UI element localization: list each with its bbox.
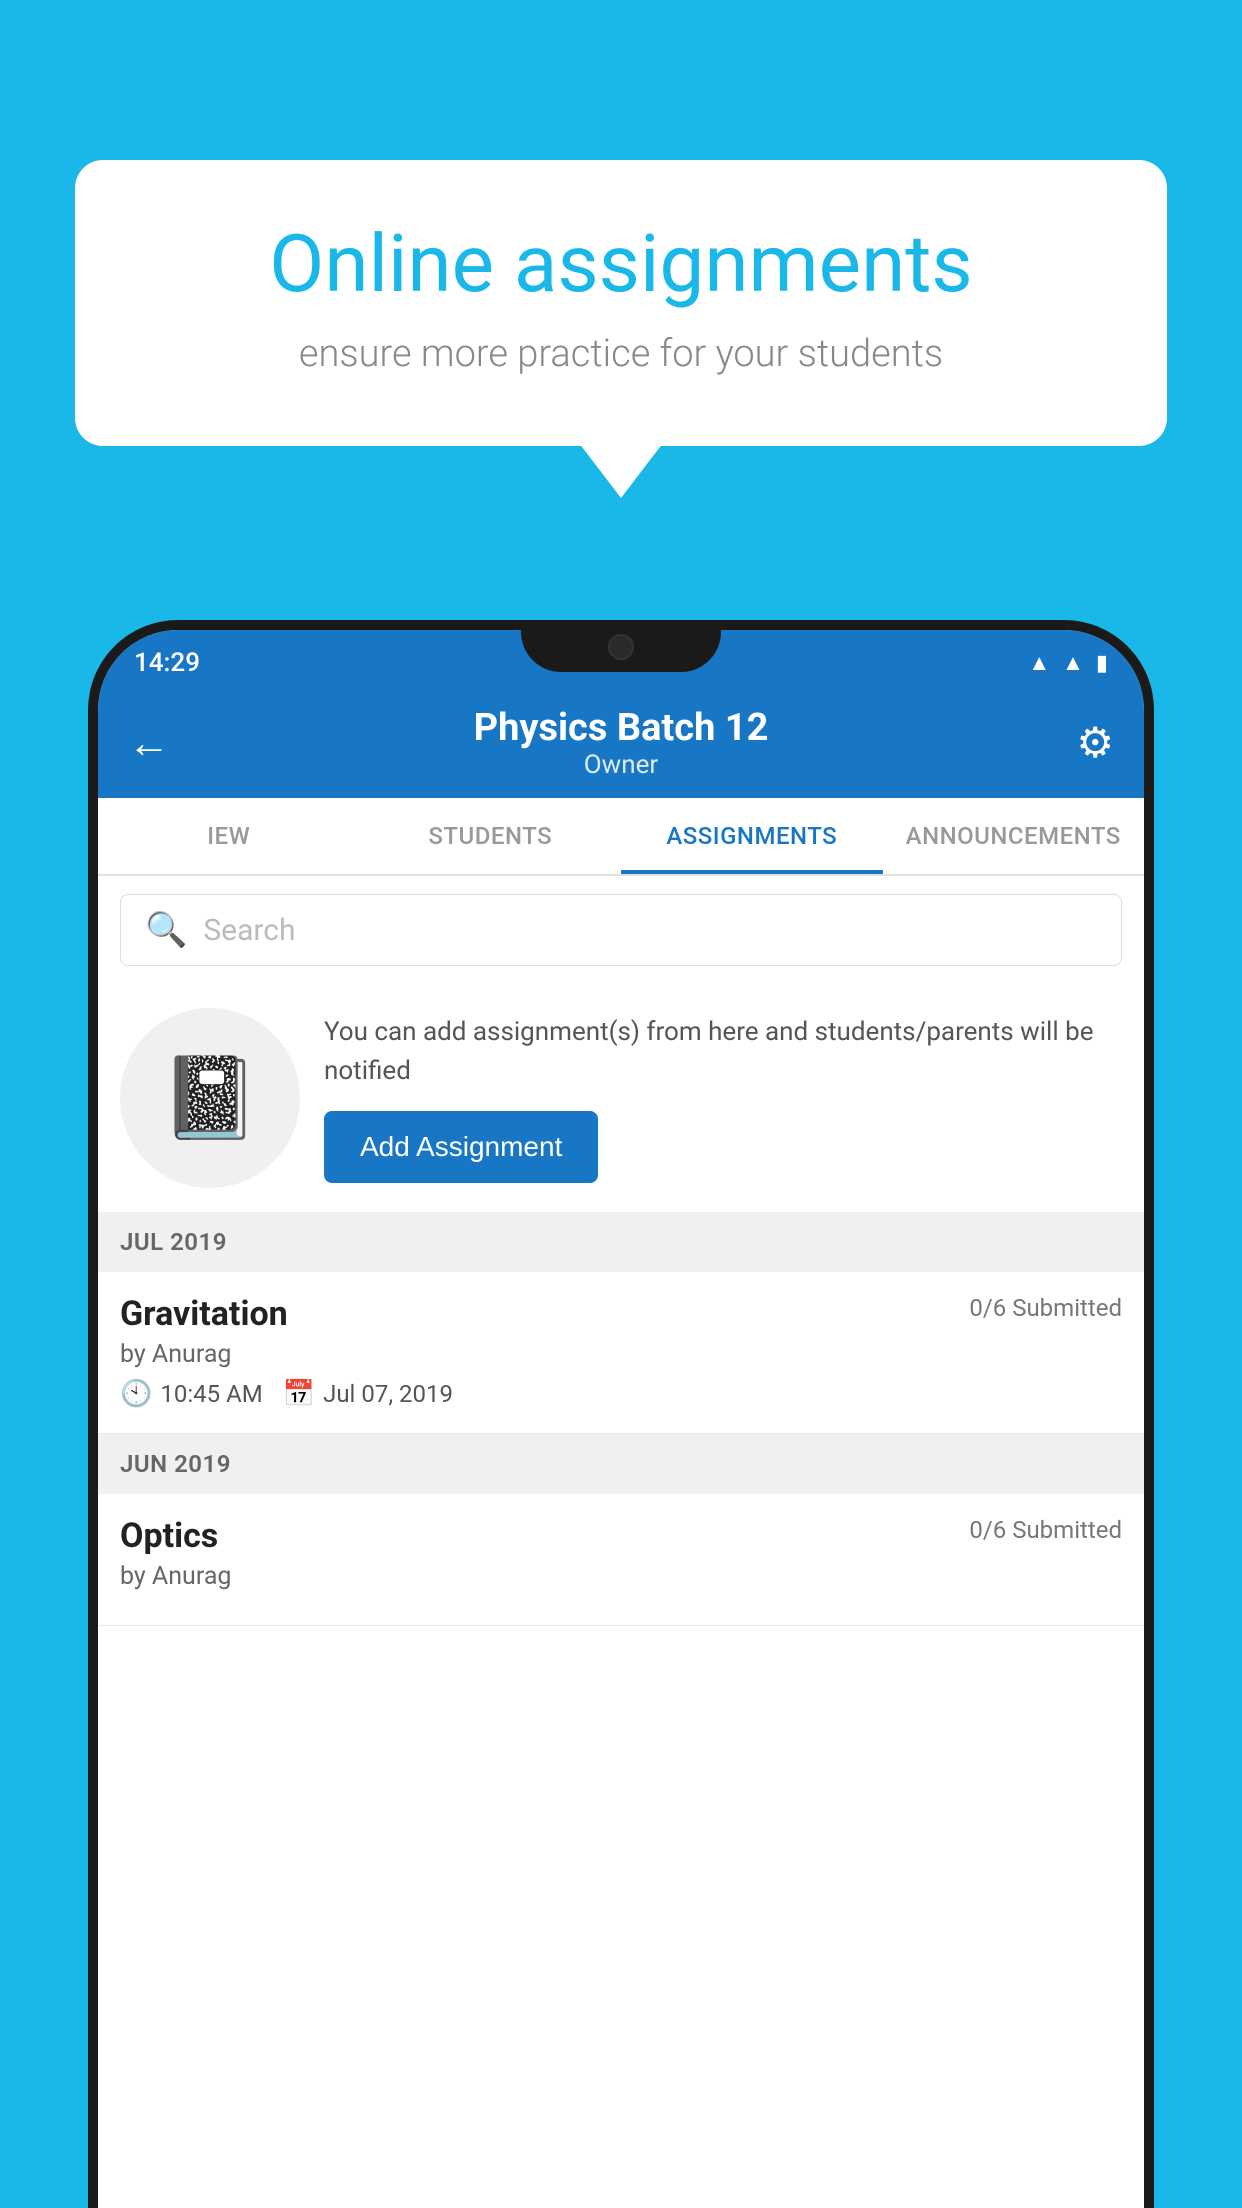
search-bar[interactable]: 🔍 Search [120,894,1122,966]
back-button[interactable]: ← [128,719,188,768]
search-placeholder: Search [203,913,295,948]
tabs-bar: IEW STUDENTS ASSIGNMENTS ANNOUNCEMENTS [98,798,1144,876]
assignment-row-top-optics: Optics 0/6 Submitted [120,1516,1122,1556]
assignment-item-gravitation[interactable]: Gravitation 0/6 Submitted by Anurag 🕙 10… [98,1272,1144,1434]
batch-role: Owner [188,750,1054,780]
assignment-title: Gravitation [120,1294,288,1334]
tab-students[interactable]: STUDENTS [360,798,622,874]
assignment-date-meta: 📅 Jul 07, 2019 [283,1379,453,1409]
tab-iew[interactable]: IEW [98,798,360,874]
phone-screen: 14:29 ▲ ▲ ▮ ← Physics Batch 12 Owner ⚙ I… [98,630,1144,2208]
assignment-submitted: 0/6 Submitted [969,1294,1122,1322]
speech-bubble-title: Online assignments [145,220,1097,308]
batch-title: Physics Batch 12 [188,706,1054,750]
tab-assignments[interactable]: ASSIGNMENTS [621,798,883,874]
assignment-item-optics[interactable]: Optics 0/6 Submitted by Anurag [98,1494,1144,1626]
assignment-author: by Anurag [120,1340,1122,1369]
front-camera [608,634,634,660]
assignment-time-meta: 🕙 10:45 AM [120,1379,263,1409]
settings-button[interactable]: ⚙ [1054,718,1114,768]
assignment-time: 10:45 AM [160,1380,262,1408]
clock-icon: 🕙 [120,1379,152,1409]
notebook-icon: 📓 [160,1051,260,1145]
phone-notch [521,620,721,672]
add-assignment-button[interactable]: Add Assignment [324,1111,598,1183]
assignment-date: Jul 07, 2019 [323,1380,453,1408]
search-container: 🔍 Search [98,876,1144,984]
header-title-group: Physics Batch 12 Owner [188,706,1054,780]
signal-icon: ▲ [1062,650,1084,676]
assignment-submitted-optics: 0/6 Submitted [969,1516,1122,1544]
speech-bubble-card: Online assignments ensure more practice … [75,160,1167,446]
section-header-jun2019: JUN 2019 [98,1434,1144,1494]
speech-bubble-subtitle: ensure more practice for your students [145,332,1097,376]
status-time: 14:29 [134,648,200,678]
assignment-row-top: Gravitation 0/6 Submitted [120,1294,1122,1334]
app-header: ← Physics Batch 12 Owner ⚙ [98,688,1144,798]
promo-text-group: You can add assignment(s) from here and … [324,1013,1122,1183]
promo-icon-circle: 📓 [120,1008,300,1188]
search-icon: 🔍 [145,910,187,950]
battery-icon: ▮ [1096,651,1108,676]
screen-content: 🔍 Search 📓 You can add assignment(s) fro… [98,876,1144,2208]
tab-announcements[interactable]: ANNOUNCEMENTS [883,798,1145,874]
calendar-icon: 📅 [283,1379,315,1409]
assignment-author-optics: by Anurag [120,1562,1122,1591]
status-icons: ▲ ▲ ▮ [1028,650,1108,676]
phone-frame: 14:29 ▲ ▲ ▮ ← Physics Batch 12 Owner ⚙ I… [88,620,1154,2208]
section-header-jul2019: JUL 2019 [98,1212,1144,1272]
assignment-meta: 🕙 10:45 AM 📅 Jul 07, 2019 [120,1379,1122,1409]
promo-section: 📓 You can add assignment(s) from here an… [98,984,1144,1212]
wifi-icon: ▲ [1028,650,1050,676]
promo-description: You can add assignment(s) from here and … [324,1013,1122,1091]
assignment-title-optics: Optics [120,1516,218,1556]
